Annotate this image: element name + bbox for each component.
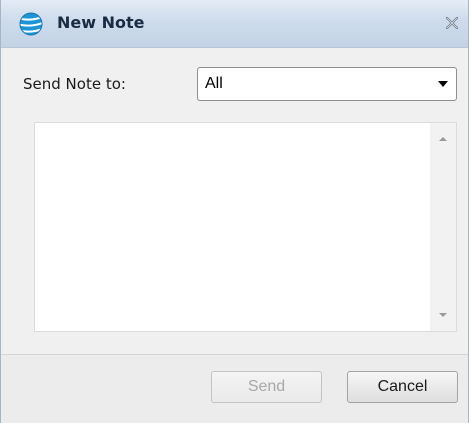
dialog-body: Send Note to: All: [1, 48, 468, 354]
recipient-dropdown[interactable]: All: [197, 67, 457, 101]
send-note-to-label: Send Note to:: [23, 75, 126, 93]
chevron-down-icon: [438, 81, 448, 87]
recipient-selected-value: All: [205, 75, 223, 92]
cancel-button[interactable]: Cancel: [347, 371, 458, 403]
vertical-scrollbar[interactable]: [430, 123, 456, 331]
title-bar[interactable]: New Note: [1, 0, 468, 48]
send-button[interactable]: Send: [211, 371, 322, 403]
close-icon[interactable]: [442, 13, 462, 33]
scroll-up-arrow-icon[interactable]: [430, 123, 456, 153]
new-note-dialog: New Note Send Note to: All Send Cancel: [0, 0, 469, 423]
globe-logo-icon: [19, 12, 43, 36]
dialog-title: New Note: [57, 13, 145, 32]
scroll-down-arrow-icon[interactable]: [430, 301, 456, 331]
dialog-footer: Send Cancel: [1, 355, 468, 423]
note-text-area[interactable]: [34, 122, 457, 332]
